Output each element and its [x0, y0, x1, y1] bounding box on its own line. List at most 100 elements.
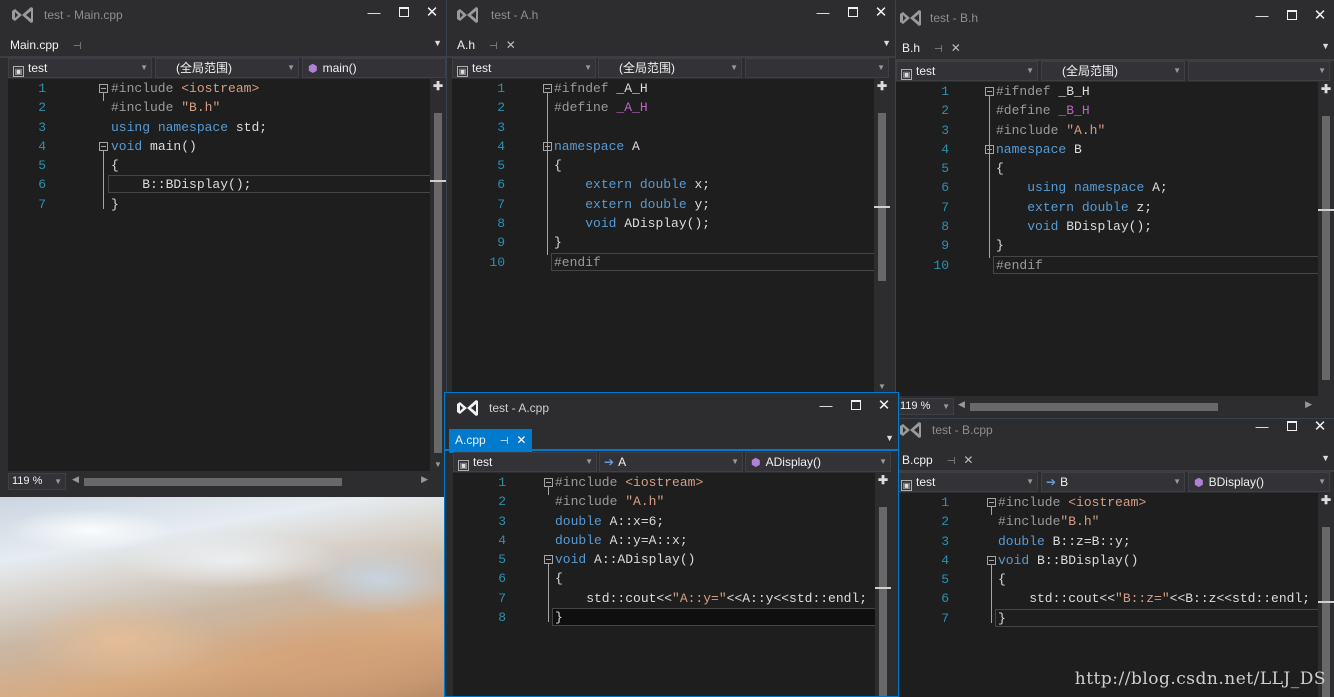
- close-icon[interactable]: ✕: [506, 38, 516, 52]
- member-dropdown[interactable]: ⬢ main(): [302, 58, 446, 78]
- scope-label: (全局范围): [176, 61, 232, 75]
- minimize-button[interactable]: —: [366, 5, 382, 21]
- vertical-scrollbar[interactable]: ✚: [875, 473, 891, 696]
- document-tab-row: B.h ⊣ ✕ ▼: [896, 37, 1334, 61]
- maximize-button[interactable]: [845, 5, 861, 21]
- minimize-button[interactable]: —: [815, 5, 831, 21]
- maximize-button[interactable]: [1284, 419, 1300, 435]
- close-button[interactable]: ✕: [876, 398, 892, 414]
- pin-icon[interactable]: ⊣: [73, 41, 82, 52]
- chevron-down-icon[interactable]: ▼: [878, 382, 886, 391]
- vertical-scrollbar[interactable]: ✚ ▼: [874, 79, 890, 393]
- code-editor[interactable]: 1 #ifndef _A_H 2 #define _A_H 3 4 namespace…: [452, 79, 890, 393]
- close-button[interactable]: ✕: [1312, 8, 1328, 24]
- split-editor-icon[interactable]: ✚: [877, 79, 887, 93]
- scroll-thumb[interactable]: [1322, 116, 1330, 380]
- minimize-button[interactable]: —: [1254, 419, 1270, 435]
- chevron-down-icon[interactable]: ▼: [434, 460, 442, 469]
- code-editor[interactable]: 1 #include <iostream> 2 #include "B.h" 3 us…: [8, 79, 446, 471]
- zoom-dropdown[interactable]: 119 % ▼: [8, 473, 66, 490]
- collapse-icon[interactable]: [543, 84, 552, 93]
- editor-status-row: 119 % ▼ ◀ ▶: [896, 398, 1334, 416]
- chevron-down-icon[interactable]: ▼: [885, 433, 894, 443]
- pin-icon[interactable]: ⊣: [489, 41, 498, 52]
- project-dropdown[interactable]: ▣ test ▼: [8, 58, 152, 78]
- scope-dropdown[interactable]: (全局范围) ▼: [155, 58, 299, 78]
- member-dropdown[interactable]: ▼: [745, 58, 889, 78]
- maximize-button[interactable]: [396, 5, 412, 21]
- project-dropdown[interactable]: ▣ test ▼: [452, 58, 596, 78]
- pin-icon[interactable]: ⊣: [500, 436, 509, 447]
- window-a-cpp[interactable]: test - A.cpp — ✕ A.cpp ⊣ ✕ ▼ ▣ test ▼ ➔ A ▼ ⬢ A…: [444, 392, 899, 697]
- maximize-button[interactable]: [848, 398, 864, 414]
- collapse-icon[interactable]: [985, 87, 994, 96]
- tab-b-h[interactable]: B.h ⊣ ✕: [896, 37, 967, 61]
- split-editor-icon[interactable]: ✚: [1321, 82, 1331, 96]
- horizontal-scrollbar[interactable]: ◀ ▶: [958, 399, 1312, 411]
- title-bar[interactable]: test - A.h — ✕: [447, 0, 895, 30]
- title-bar[interactable]: test - A.cpp — ✕: [445, 393, 898, 423]
- watermark-url: http://blog.csdn.net/LLJ_DS: [1074, 669, 1326, 689]
- close-button[interactable]: ✕: [424, 5, 440, 21]
- chevron-down-icon[interactable]: ▼: [1321, 41, 1330, 51]
- collapse-icon[interactable]: [544, 555, 553, 565]
- close-button[interactable]: ✕: [1312, 419, 1328, 435]
- code-editor[interactable]: 1 #include <iostream> 2 #include"B.h" 3 dou…: [896, 493, 1334, 697]
- title-bar[interactable]: test - B.cpp — ✕: [896, 419, 1334, 449]
- scope-dropdown[interactable]: (全局范围) ▼: [598, 58, 742, 78]
- close-icon[interactable]: ✕: [516, 433, 526, 447]
- scroll-thumb[interactable]: [878, 113, 886, 281]
- tab-a-h[interactable]: A.h ⊣ ✕: [451, 34, 522, 58]
- pin-icon[interactable]: ⊣: [934, 44, 943, 55]
- tab-main-cpp[interactable]: Main.cpp ⊣: [4, 34, 88, 58]
- collapse-icon[interactable]: [987, 498, 996, 507]
- scroll-thumb[interactable]: [879, 507, 887, 696]
- project-icon: ▣: [13, 66, 24, 77]
- close-button[interactable]: ✕: [873, 5, 889, 21]
- member-dropdown[interactable]: ⬢ ADisplay() ▼: [745, 452, 891, 472]
- collapse-icon[interactable]: [99, 141, 108, 151]
- project-dropdown[interactable]: ▣ test ▼: [896, 61, 1038, 81]
- title-bar[interactable]: test - Main.cpp — ✕: [0, 0, 446, 30]
- close-icon[interactable]: ✕: [963, 453, 973, 467]
- split-editor-icon[interactable]: ✚: [878, 473, 888, 487]
- vertical-scrollbar[interactable]: ✚: [1318, 493, 1334, 697]
- window-b-cpp[interactable]: test - B.cpp — ✕ B.cpp ⊣ ✕ ▼ ▣ test ▼ ➔ B ▼ ⬢ B…: [896, 419, 1334, 697]
- chevron-down-icon[interactable]: ▼: [433, 38, 442, 48]
- member-dropdown[interactable]: ▼: [1188, 61, 1330, 81]
- pin-icon[interactable]: ⊣: [947, 456, 956, 467]
- window-b-h[interactable]: test - B.h — ✕ B.h ⊣ ✕ ▼ ▣ test ▼ (全局范围) ▼ ▼ …: [896, 0, 1334, 418]
- vertical-scrollbar[interactable]: ✚: [1318, 82, 1334, 396]
- split-editor-icon[interactable]: ✚: [1321, 493, 1331, 507]
- title-bar[interactable]: test - B.h — ✕: [896, 0, 1334, 30]
- zoom-dropdown[interactable]: 119 % ▼: [896, 398, 954, 415]
- horizontal-scrollbar[interactable]: ◀ ▶: [72, 474, 428, 486]
- chevron-down-icon[interactable]: ▼: [882, 38, 891, 48]
- scroll-thumb[interactable]: [970, 403, 1218, 411]
- split-editor-icon[interactable]: ✚: [433, 79, 443, 93]
- code-editor[interactable]: 1 #ifndef _B_H 2 #define _B_H 3 #include "A…: [896, 82, 1334, 396]
- member-dropdown[interactable]: ⬢ BDisplay() ▼: [1188, 472, 1330, 492]
- collapse-icon[interactable]: [544, 478, 553, 487]
- collapse-icon[interactable]: [987, 555, 996, 565]
- minimize-button[interactable]: —: [818, 398, 834, 414]
- scroll-thumb[interactable]: [84, 478, 342, 486]
- close-icon[interactable]: ✕: [951, 41, 961, 55]
- collapse-icon[interactable]: [99, 84, 108, 93]
- chevron-down-icon: ▼: [287, 63, 295, 72]
- scroll-thumb[interactable]: [434, 113, 442, 453]
- window-a-h[interactable]: test - A.h — ✕ A.h ⊣ ✕ ▼ ▣ test ▼ (全局范围) ▼ ▼ …: [447, 0, 895, 393]
- minimize-button[interactable]: —: [1254, 8, 1270, 24]
- scope-dropdown[interactable]: ➔ A ▼: [599, 452, 743, 472]
- method-cube-icon: ⬢: [751, 457, 761, 469]
- project-dropdown[interactable]: ▣ test ▼: [453, 452, 597, 472]
- scope-dropdown[interactable]: ➔ B ▼: [1041, 472, 1185, 492]
- maximize-button[interactable]: [1284, 8, 1300, 24]
- scope-dropdown[interactable]: (全局范围) ▼: [1041, 61, 1185, 81]
- chevron-down-icon[interactable]: ▼: [1321, 453, 1330, 463]
- code-editor[interactable]: 1 #include <iostream> 2 #include "A.h" 3 do…: [453, 473, 891, 696]
- scope-label: A: [618, 455, 627, 469]
- project-icon: ▣: [901, 69, 912, 80]
- project-dropdown[interactable]: ▣ test ▼: [896, 472, 1038, 492]
- window-main-cpp[interactable]: test - Main.cpp — ✕ Main.cpp ⊣ ▼ ▣ test ▼ (…: [0, 0, 446, 497]
